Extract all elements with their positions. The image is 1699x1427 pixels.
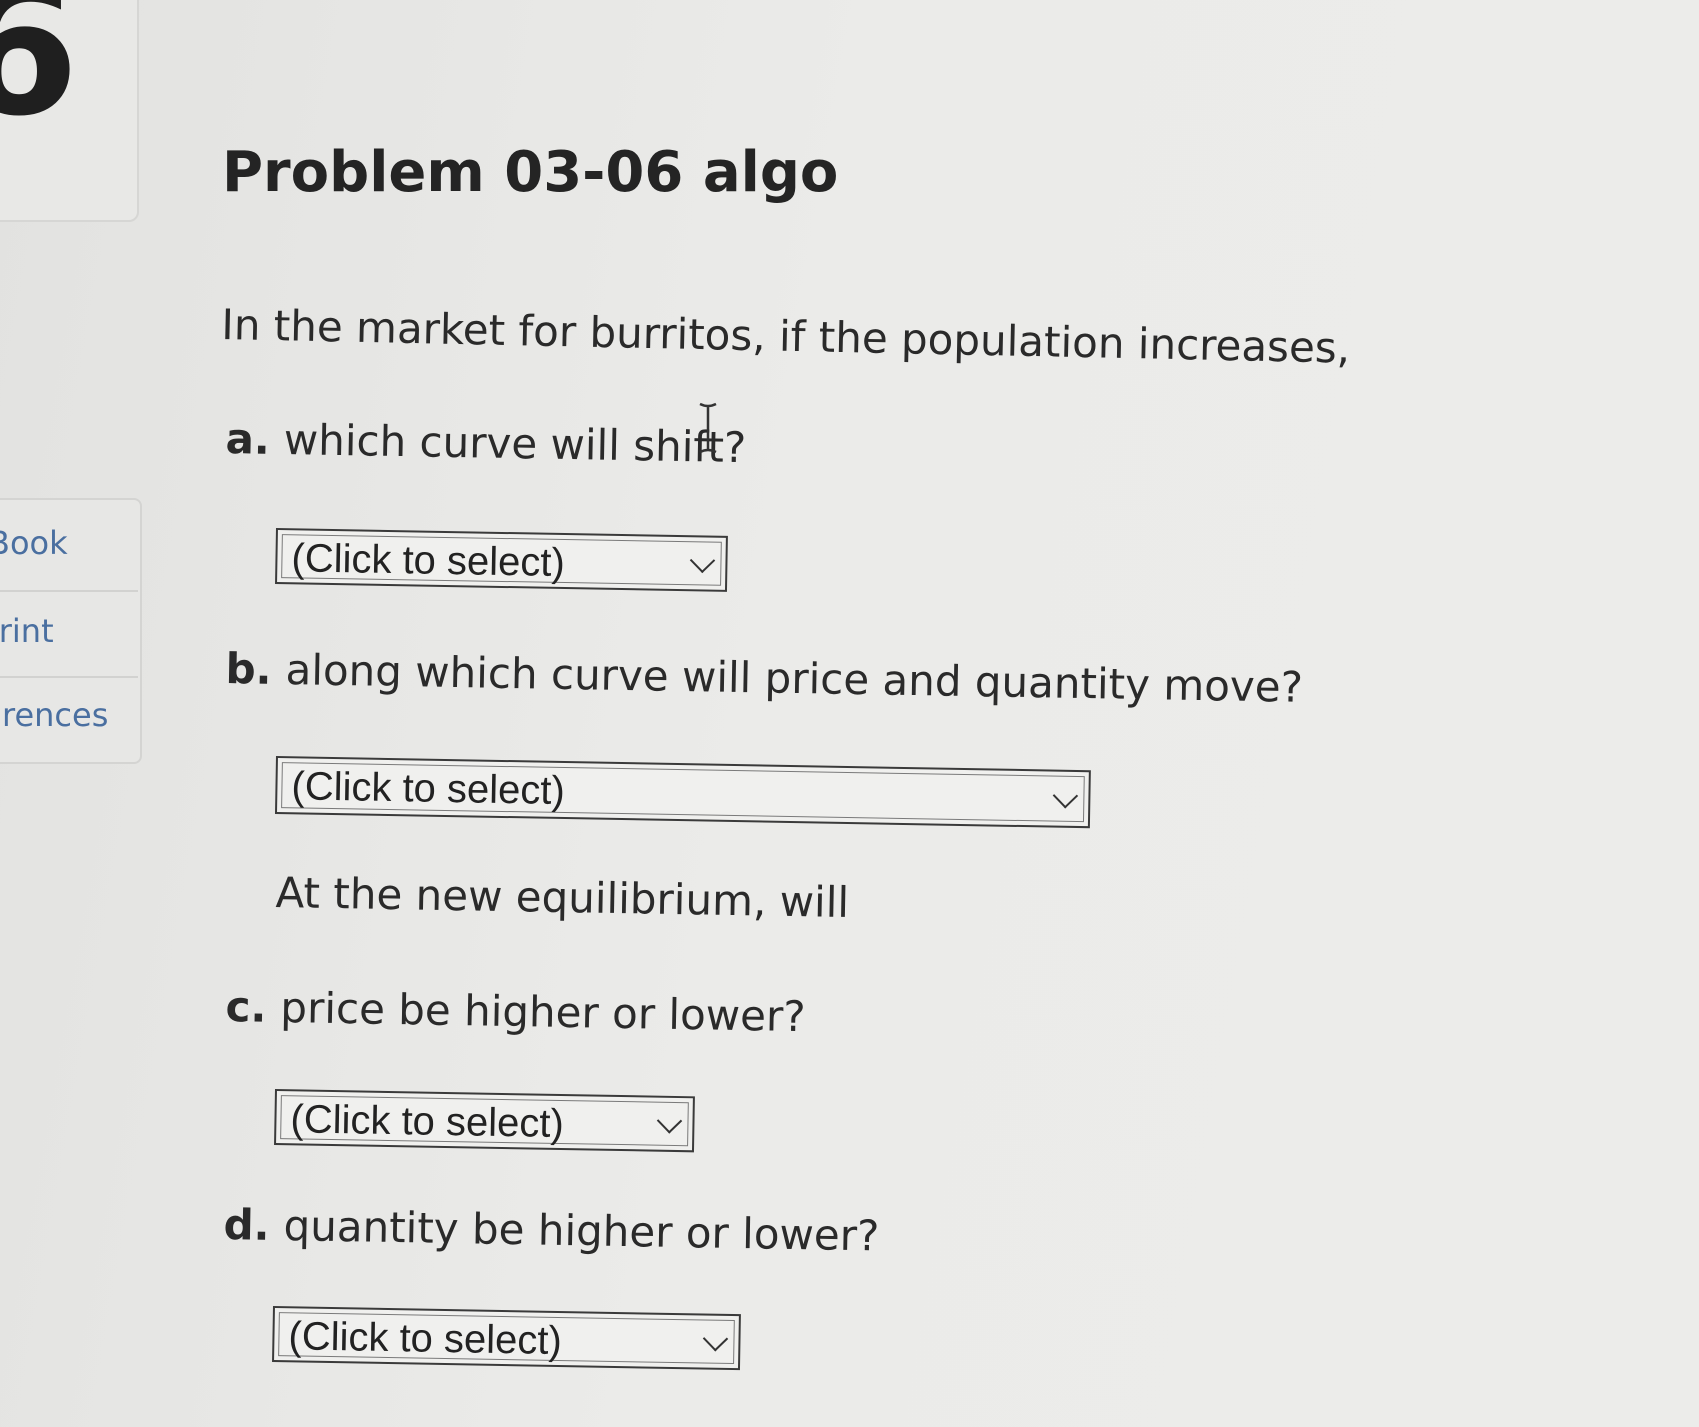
print-link[interactable]: Print: [0, 612, 54, 650]
question-text: which curve will shift?: [283, 415, 747, 473]
question-text: along which curve will price and quantit…: [285, 645, 1304, 712]
select-move-curve[interactable]: (Click to select): [274, 756, 1091, 829]
text-cursor-icon: [699, 402, 717, 454]
select-value: (Click to select): [290, 1097, 565, 1147]
question-number: 6: [0, 0, 80, 156]
ebook-link[interactable]: Book: [0, 524, 68, 562]
question-letter: b.: [225, 644, 273, 694]
question-letter: a.: [225, 414, 271, 464]
select-shift-curve[interactable]: (Click to select): [275, 528, 728, 592]
tool-divider: [0, 676, 138, 678]
tool-divider: [0, 590, 138, 592]
question-c: c. price be higher or lower?: [225, 982, 806, 1041]
select-quantity-direction[interactable]: (Click to select): [272, 1306, 741, 1371]
select-value: (Click to select): [288, 1314, 563, 1364]
question-a: a. which curve will shift?: [225, 414, 746, 472]
select-value: (Click to select): [291, 536, 566, 586]
question-letter: d.: [223, 1200, 271, 1250]
sidebar-tools: Book Print rences: [0, 498, 142, 764]
problem-intro: In the market for burritos, if the popul…: [220, 300, 1351, 373]
select-value: (Click to select): [291, 764, 566, 814]
question-letter: c.: [225, 982, 267, 1032]
question-text: price be higher or lower?: [279, 982, 806, 1042]
question-number-card[interactable]: 6: [0, 0, 139, 222]
references-link[interactable]: rences: [2, 696, 108, 734]
question-d: d. quantity be higher or lower?: [223, 1200, 880, 1260]
question-b: b. along which curve will price and quant…: [225, 644, 1303, 712]
question-text: quantity be higher or lower?: [283, 1201, 880, 1261]
problem-title: Problem 03-06 algo: [222, 140, 839, 205]
assignment-page: 6 Book Print rences Problem 03-06 algo I…: [0, 0, 1699, 1427]
select-price-direction[interactable]: (Click to select): [274, 1089, 695, 1153]
equilibrium-text: At the new equilibrium, will: [275, 868, 850, 928]
